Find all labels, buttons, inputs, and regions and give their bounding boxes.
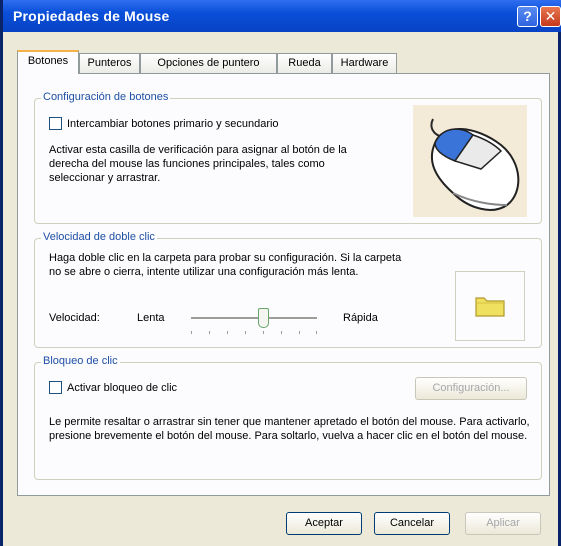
speed-slider[interactable]: [191, 305, 317, 335]
double-click-legend: Velocidad de doble clic: [41, 231, 157, 243]
window-title: Propiedades de Mouse: [13, 8, 170, 24]
click-lock-description: Le permite resaltar o arrastrar sin tene…: [49, 416, 530, 442]
tab-panel: Configuración de botones Intercambiar bo…: [17, 73, 550, 496]
slow-label: Lenta: [137, 312, 165, 324]
click-lock-legend: Bloqueo de clic: [41, 355, 120, 367]
mouse-icon: [430, 118, 520, 211]
button-config-legend: Configuración de botones: [41, 91, 171, 103]
close-button[interactable]: ✕: [540, 6, 561, 27]
ok-button[interactable]: Aceptar: [286, 512, 362, 535]
click-lock-group: Bloqueo de clic Activar bloqueo de clic …: [34, 355, 542, 480]
click-lock-checkbox[interactable]: [49, 381, 62, 394]
double-click-description: Haga doble clic en la carpeta para proba…: [49, 252, 402, 278]
click-lock-label[interactable]: Activar bloqueo de clic: [67, 382, 177, 394]
swap-buttons-label[interactable]: Intercambiar botones primario y secundar…: [67, 118, 279, 130]
click-lock-row[interactable]: Activar bloqueo de clic: [49, 381, 177, 394]
title-bar[interactable]: Propiedades de Mouse ? ✕: [3, 0, 561, 32]
tab-rueda[interactable]: Rueda: [277, 53, 332, 73]
dialog-window: Propiedades de Mouse ? ✕ Botones Puntero…: [0, 0, 561, 546]
fast-label: Rápida: [343, 312, 378, 324]
slider-thumb[interactable]: [257, 308, 269, 328]
cancel-button[interactable]: Cancelar: [374, 512, 450, 535]
test-folder-area[interactable]: [455, 271, 525, 341]
swap-buttons-row[interactable]: Intercambiar botones primario y secundar…: [49, 117, 279, 130]
button-config-description: Activar esta casilla de verificación par…: [49, 144, 347, 184]
swap-buttons-checkbox[interactable]: [49, 117, 62, 130]
mouse-illustration: [413, 105, 527, 217]
tab-hardware[interactable]: Hardware: [332, 53, 397, 73]
folder-icon: [475, 297, 505, 317]
tab-botones[interactable]: Botones: [17, 50, 79, 74]
help-button[interactable]: ?: [517, 6, 538, 27]
tab-opciones-de-puntero[interactable]: Opciones de puntero: [140, 53, 277, 73]
double-click-group: Velocidad de doble clic Haga doble clic …: [34, 231, 542, 348]
apply-button[interactable]: Aplicar: [465, 512, 541, 535]
tab-punteros[interactable]: Punteros: [79, 53, 140, 73]
button-config-group: Configuración de botones Intercambiar bo…: [34, 91, 542, 224]
click-lock-settings-button[interactable]: Configuración...: [415, 377, 527, 400]
speed-label: Velocidad:: [49, 312, 100, 324]
slider-track: [191, 317, 317, 320]
